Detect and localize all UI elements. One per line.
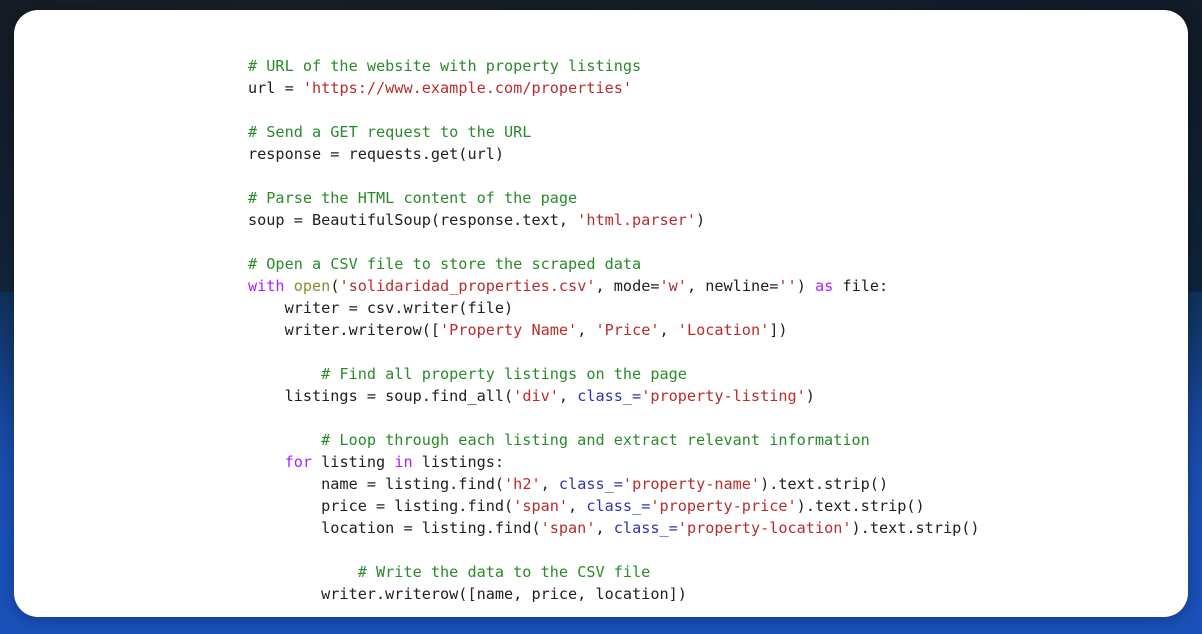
code-line: response = requests.get(url) bbox=[248, 143, 980, 165]
code-line: name = listing.find('h2', class_='proper… bbox=[248, 473, 980, 495]
code-token-kw: for bbox=[248, 453, 313, 472]
code-line: writer.writerow([name, price, location]) bbox=[248, 583, 980, 605]
code-token-plain: file: bbox=[833, 277, 889, 296]
code-token-string: 'property-listing' bbox=[641, 387, 806, 406]
code-token-attr: class_= bbox=[586, 497, 651, 516]
code-token-comment: # Parse the HTML content of the page bbox=[248, 189, 578, 208]
code-token-plain: , bbox=[558, 387, 578, 406]
code-line: location = listing.find('span', class_='… bbox=[248, 517, 980, 539]
code-token-plain: , bbox=[595, 519, 614, 538]
code-token-string: 'h2' bbox=[504, 475, 541, 494]
code-token-plain: listing bbox=[312, 453, 395, 472]
code-token-plain: name = listing.find( bbox=[248, 475, 505, 494]
code-line: price = listing.find('span', class_='pro… bbox=[248, 495, 980, 517]
code-token-plain: url = bbox=[248, 79, 303, 98]
code-line: # Write the data to the CSV file bbox=[248, 561, 980, 583]
code-token-plain: listings: bbox=[412, 453, 505, 472]
code-token-kw: with bbox=[248, 277, 285, 296]
code-token-plain: listings = soup.find_all( bbox=[248, 387, 514, 406]
code-token-plain: ).text.strip() bbox=[796, 497, 925, 516]
code-token-string: '' bbox=[778, 277, 797, 296]
code-line: # Send a GET request to the URL bbox=[248, 121, 980, 143]
code-line: # URL of the website with property listi… bbox=[248, 55, 980, 77]
code-token-plain: writer.writerow([ bbox=[248, 321, 441, 340]
code-line: listings = soup.find_all('div', class_='… bbox=[248, 385, 980, 407]
code-line: # Parse the HTML content of the page bbox=[248, 187, 980, 209]
code-token-string: 'Price' bbox=[595, 321, 660, 340]
code-token-attr: class_= bbox=[613, 519, 678, 538]
code-line: # Find all property listings on the page bbox=[248, 363, 980, 385]
code-token-plain: writer = csv.writer(file) bbox=[248, 299, 514, 318]
code-token-attr: class_= bbox=[577, 387, 642, 406]
code-token-plain: , bbox=[568, 497, 587, 516]
code-token-plain: , newline= bbox=[686, 277, 779, 296]
code-token-comment: # Find all property listings on the page bbox=[248, 365, 687, 384]
code-token-string: 'span' bbox=[540, 519, 596, 538]
code-token-string: 'w' bbox=[659, 277, 687, 296]
code-token-comment: # Send a GET request to the URL bbox=[248, 123, 532, 142]
code-token-plain: ).text.strip() bbox=[851, 519, 980, 538]
python-code-block: # URL of the website with property listi… bbox=[248, 55, 980, 605]
code-token-comment: # Write the data to the CSV file bbox=[248, 563, 651, 582]
code-token-string: 'solidaridad_properties.csv' bbox=[339, 277, 596, 296]
code-line: writer = csv.writer(file) bbox=[248, 297, 980, 319]
code-token-comment: # Open a CSV file to store the scraped d… bbox=[248, 255, 642, 274]
code-token-plain: ]) bbox=[769, 321, 788, 340]
code-token-string: 'property-location' bbox=[677, 519, 852, 538]
code-token-plain: , bbox=[659, 321, 678, 340]
code-line: # Loop through each listing and extract … bbox=[248, 429, 980, 451]
code-line: for listing in listings: bbox=[248, 451, 980, 473]
code-token-plain: response = requests.get(url) bbox=[248, 145, 505, 164]
code-token-plain: writer.writerow([name, price, location]) bbox=[248, 585, 687, 604]
code-line: writer.writerow(['Property Name', 'Price… bbox=[248, 319, 980, 341]
code-token-plain: , bbox=[540, 475, 559, 494]
code-token-string: 'span' bbox=[513, 497, 569, 516]
code-token-string: 'property-price' bbox=[650, 497, 797, 516]
code-token-string: 'https://www.example.com/properties' bbox=[302, 79, 633, 98]
code-token-attr: class_= bbox=[558, 475, 623, 494]
code-token-string: 'div' bbox=[513, 387, 559, 406]
code-token-plain: ) bbox=[696, 211, 706, 230]
code-token-plain: ) bbox=[796, 277, 815, 296]
code-token-string: 'html.parser' bbox=[577, 211, 697, 230]
code-card: # URL of the website with property listi… bbox=[14, 10, 1188, 617]
code-token-plain: soup = BeautifulSoup(response.text, bbox=[248, 211, 578, 230]
code-line: soup = BeautifulSoup(response.text, 'htm… bbox=[248, 209, 980, 231]
code-token-comment: # Loop through each listing and extract … bbox=[248, 431, 870, 450]
code-token-comment: # URL of the website with property listi… bbox=[248, 57, 642, 76]
code-token-builtin: open bbox=[293, 277, 331, 296]
code-line: url = 'https://www.example.com/propertie… bbox=[248, 77, 980, 99]
code-token-string: 'Location' bbox=[677, 321, 770, 340]
code-token-kw: in bbox=[394, 453, 413, 472]
code-token-kw: as bbox=[814, 277, 834, 296]
code-line: # Open a CSV file to store the scraped d… bbox=[248, 253, 980, 275]
code-token-string: 'Property Name' bbox=[440, 321, 578, 340]
code-token-plain: location = listing.find( bbox=[248, 519, 541, 538]
code-token-plain: ).text.strip() bbox=[760, 475, 889, 494]
code-token-plain: , bbox=[577, 321, 596, 340]
code-token-string: 'property-name' bbox=[622, 475, 761, 494]
code-token-plain: price = listing.find( bbox=[248, 497, 514, 516]
code-line: with open('solidaridad_properties.csv', … bbox=[248, 275, 980, 297]
code-token-plain: ) bbox=[805, 387, 815, 406]
code-token-plain: , mode= bbox=[595, 277, 660, 296]
